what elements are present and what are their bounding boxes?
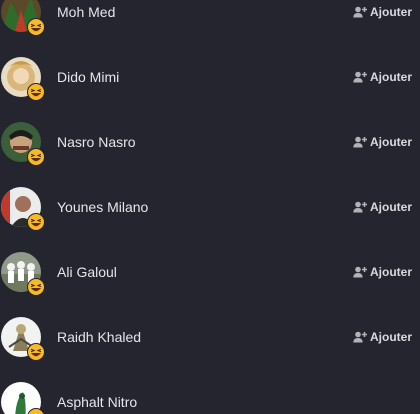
avatar[interactable] <box>1 57 45 101</box>
laughing-emoji-icon <box>27 343 45 361</box>
add-friend-label: Ajouter <box>370 200 412 214</box>
person-row[interactable]: Raidh Khaled Ajouter <box>0 305 420 370</box>
add-friend-icon <box>353 71 367 83</box>
person-name[interactable]: Ali Galoul <box>57 263 117 281</box>
add-friend-button[interactable]: Ajouter <box>353 263 412 281</box>
person-name[interactable]: Dido Mimi <box>57 68 119 86</box>
add-friend-icon <box>353 201 367 213</box>
person-row[interactable]: Nasro Nasro Ajouter <box>0 110 420 175</box>
person-name[interactable]: Nasro Nasro <box>57 133 136 151</box>
add-friend-label: Ajouter <box>370 135 412 149</box>
laughing-emoji-icon <box>27 83 45 101</box>
laughing-emoji-icon <box>27 18 45 36</box>
person-name[interactable]: Asphalt Nitro <box>57 393 137 411</box>
add-friend-label: Ajouter <box>370 265 412 279</box>
person-row[interactable]: Ali Galoul Ajouter <box>0 240 420 305</box>
laughing-emoji-icon <box>27 213 45 231</box>
add-friend-icon <box>353 266 367 278</box>
add-friend-icon <box>353 136 367 148</box>
avatar[interactable] <box>1 252 45 296</box>
add-friend-icon <box>353 331 367 343</box>
avatar[interactable] <box>1 187 45 231</box>
person-name[interactable]: Raidh Khaled <box>57 328 141 346</box>
add-friend-icon <box>353 6 367 18</box>
add-friend-button[interactable]: Ajouter <box>353 198 412 216</box>
person-name[interactable]: Moh Med <box>57 3 115 21</box>
laughing-emoji-icon <box>27 278 45 296</box>
add-friend-label: Ajouter <box>370 70 412 84</box>
add-friend-label: Ajouter <box>370 330 412 344</box>
laughing-emoji-icon <box>27 148 45 166</box>
person-row[interactable]: Asphalt Nitro <box>0 370 420 414</box>
avatar[interactable] <box>1 122 45 166</box>
add-friend-button[interactable]: Ajouter <box>353 133 412 151</box>
avatar[interactable] <box>1 317 45 361</box>
avatar[interactable] <box>1 0 45 36</box>
person-row[interactable]: Moh Med Ajouter <box>0 0 420 45</box>
people-suggestion-list: Moh Med Ajouter Dido Mimi Ajouter Nasro … <box>0 0 420 414</box>
avatar[interactable] <box>1 382 45 414</box>
add-friend-button[interactable]: Ajouter <box>353 68 412 86</box>
person-row[interactable]: Dido Mimi Ajouter <box>0 45 420 110</box>
add-friend-button[interactable]: Ajouter <box>353 3 412 21</box>
person-row[interactable]: Younes Milano Ajouter <box>0 175 420 240</box>
laughing-emoji-icon <box>27 408 45 414</box>
add-friend-label: Ajouter <box>370 5 412 19</box>
person-name[interactable]: Younes Milano <box>57 198 148 216</box>
add-friend-button[interactable]: Ajouter <box>353 328 412 346</box>
